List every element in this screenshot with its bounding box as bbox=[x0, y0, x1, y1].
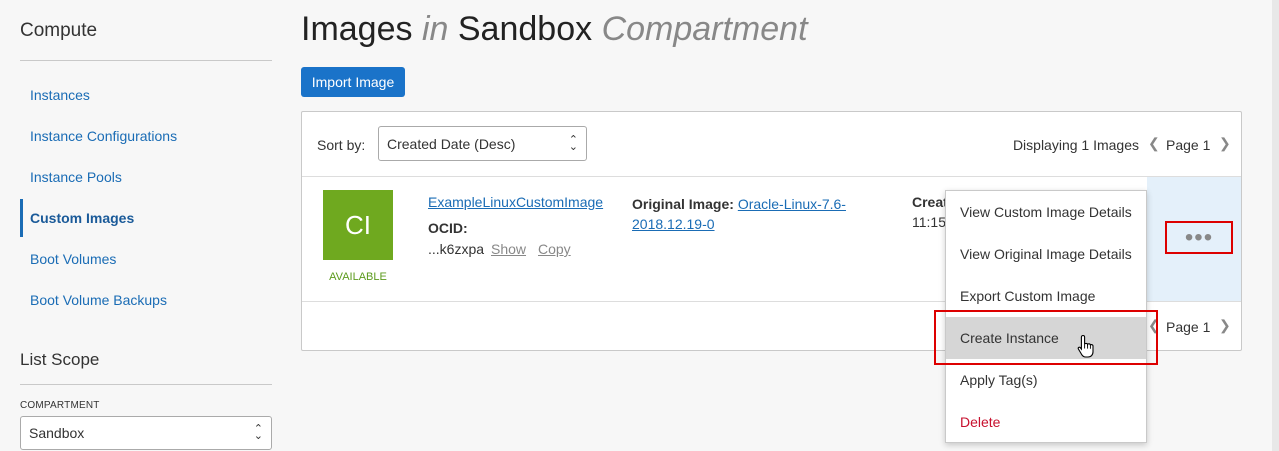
next-page-icon[interactable]: ❯ bbox=[1219, 317, 1231, 334]
menu-item-view-original-image-details[interactable]: View Original Image Details bbox=[946, 233, 1146, 275]
next-page-icon[interactable]: ❯ bbox=[1219, 135, 1231, 152]
row-actions-button[interactable]: ••• bbox=[1165, 221, 1233, 254]
image-tile: CI bbox=[323, 190, 393, 260]
actions-menu: View Custom Image Details View Original … bbox=[945, 190, 1147, 443]
displaying-count: Displaying 1 Images bbox=[1012, 137, 1139, 153]
more-icon: ••• bbox=[1184, 223, 1214, 251]
divider bbox=[20, 384, 272, 385]
title-in: in bbox=[421, 10, 449, 48]
ocid-value: ...k6zxpa bbox=[428, 241, 485, 257]
sidebar-item-instance-pools[interactable]: Instance Pools bbox=[20, 158, 272, 196]
sidebar-title: Compute bbox=[20, 20, 98, 41]
ocid-copy-link[interactable]: Copy bbox=[538, 241, 571, 257]
title-images: Images bbox=[301, 10, 413, 48]
select-arrows-icon: ⌃ ⌄ bbox=[253, 423, 263, 442]
sort-label: Sort by: bbox=[317, 137, 366, 153]
sidebar-item-custom-images[interactable]: Custom Images bbox=[20, 199, 272, 237]
page-title: Images in Sandbox Compartment bbox=[301, 10, 808, 49]
menu-item-delete[interactable]: Delete bbox=[946, 401, 1146, 443]
compartment-label: COMPARTMENT bbox=[20, 400, 100, 411]
scrollbar[interactable] bbox=[1272, 0, 1279, 451]
original-image-field: Original Image: Oracle-Linux-7.6-2018.12… bbox=[632, 194, 872, 234]
sidebar: Compute Instances Instance Configuration… bbox=[0, 0, 290, 451]
sidebar-item-instance-configurations[interactable]: Instance Configurations bbox=[20, 117, 272, 155]
compartment-select[interactable]: Sandbox ⌃ ⌄ bbox=[20, 416, 272, 450]
title-compartment: Compartment bbox=[601, 10, 808, 48]
created-value: 11:15 bbox=[912, 214, 946, 230]
sidebar-item-instances[interactable]: Instances bbox=[20, 76, 272, 114]
page-indicator: Page 1 bbox=[1166, 137, 1211, 153]
sort-select-value: Created Date (Desc) bbox=[387, 135, 516, 152]
status-badge: AVAILABLE bbox=[329, 271, 387, 283]
prev-page-icon[interactable]: ❮ bbox=[1148, 317, 1160, 334]
ocid-show-link[interactable]: Show bbox=[491, 241, 526, 257]
menu-item-view-custom-image-details[interactable]: View Custom Image Details bbox=[946, 191, 1146, 233]
menu-item-create-instance[interactable]: Create Instance bbox=[946, 317, 1146, 359]
compartment-select-value: Sandbox bbox=[29, 425, 85, 441]
image-name-link[interactable]: ExampleLinuxCustomImage bbox=[428, 194, 603, 210]
hand-cursor-icon bbox=[1077, 334, 1094, 358]
prev-page-icon[interactable]: ❮ bbox=[1148, 135, 1160, 152]
divider bbox=[20, 60, 272, 61]
select-arrows-icon: ⌃ ⌄ bbox=[568, 133, 578, 153]
list-scope-title: List Scope bbox=[20, 350, 100, 369]
menu-item-apply-tags[interactable]: Apply Tag(s) bbox=[946, 359, 1146, 401]
import-image-button[interactable]: Import Image bbox=[301, 67, 405, 97]
sidebar-item-boot-volumes[interactable]: Boot Volumes bbox=[20, 240, 272, 278]
sidebar-item-boot-volume-backups[interactable]: Boot Volume Backups bbox=[20, 281, 272, 319]
original-image-label: Original Image: bbox=[632, 196, 734, 212]
page-indicator: Page 1 bbox=[1166, 319, 1211, 335]
ocid-label: OCID: bbox=[428, 220, 468, 236]
menu-item-export-custom-image[interactable]: Export Custom Image bbox=[946, 275, 1146, 317]
sort-select[interactable]: Created Date (Desc) ⌃ ⌄ bbox=[378, 126, 587, 161]
title-compartment-name: Sandbox bbox=[457, 10, 593, 48]
